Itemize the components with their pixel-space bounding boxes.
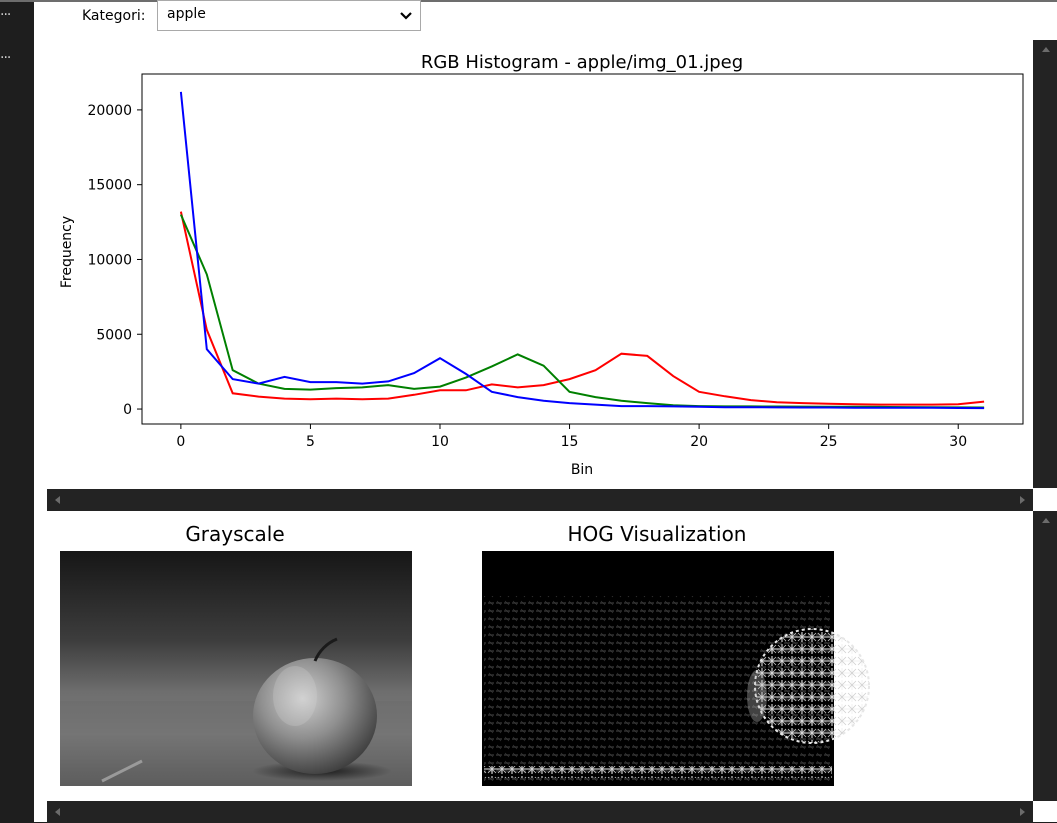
hog-image: [482, 551, 870, 786]
histogram-series-line: [179, 211, 985, 406]
grayscale-image: [60, 551, 412, 786]
scroll-left-icon[interactable]: [55, 496, 60, 504]
y-axis-label: Frequency: [59, 216, 75, 288]
rgb-histogram-chart: RGB Histogram - apple/img_01.jpeg Bin Fr…: [59, 52, 1024, 478]
histogram-series-line: [179, 91, 985, 410]
notebook-output-area: Kategori: apple RGB Histogram - apple/im…: [34, 0, 1057, 823]
scroll-left-icon[interactable]: [55, 808, 60, 816]
horizontal-scrollbar[interactable]: [47, 489, 1033, 511]
scroll-up-icon[interactable]: [1042, 47, 1050, 52]
vertical-scrollbar[interactable]: [1033, 40, 1057, 488]
x-tick-label: 20: [690, 434, 708, 450]
dropdown-widget: Kategori: apple: [34, 0, 1057, 40]
y-tick-label: 15000: [87, 178, 132, 194]
x-tick-label: 5: [306, 434, 315, 450]
histogram-output: RGB Histogram - apple/img_01.jpeg Bin Fr…: [47, 40, 1057, 488]
hog-title: HOG Visualization: [568, 522, 747, 546]
dropdown-label: Kategori:: [82, 8, 146, 24]
x-tick-label: 30: [949, 434, 967, 450]
x-tick-label: 15: [561, 434, 579, 450]
scroll-right-icon[interactable]: [1020, 808, 1025, 816]
chevron-down-icon: [400, 12, 412, 20]
cell-gutter: ··· ···: [0, 2, 34, 822]
histogram-series-line: [179, 214, 985, 409]
y-tick-label: 5000: [96, 327, 132, 343]
cell-toggle-dots[interactable]: ···: [0, 51, 11, 65]
y-tick-label: 0: [123, 402, 132, 418]
y-tick-label: 20000: [87, 103, 132, 119]
vertical-scrollbar[interactable]: [1033, 511, 1057, 801]
x-tick-label: 25: [820, 434, 838, 450]
image-figure: Grayscale HOG Visualization: [60, 522, 870, 786]
x-axis-label: Bin: [571, 462, 593, 478]
scroll-up-icon[interactable]: [1042, 518, 1050, 523]
scroll-right-icon[interactable]: [1020, 496, 1025, 504]
horizontal-scrollbar[interactable]: [47, 801, 1033, 823]
dropdown-selected-value: apple: [167, 6, 206, 22]
plot-area-frame: [141, 73, 1024, 425]
image-output: Grayscale HOG Visualization: [47, 511, 1057, 801]
grayscale-title: Grayscale: [185, 522, 284, 546]
x-tick-label: 0: [176, 434, 185, 450]
chart-title: RGB Histogram - apple/img_01.jpeg: [421, 52, 743, 73]
kategori-dropdown[interactable]: apple: [157, 0, 421, 31]
x-tick-label: 10: [431, 434, 449, 450]
cell-toggle-dots[interactable]: ···: [0, 8, 11, 22]
y-tick-label: 10000: [87, 252, 132, 268]
